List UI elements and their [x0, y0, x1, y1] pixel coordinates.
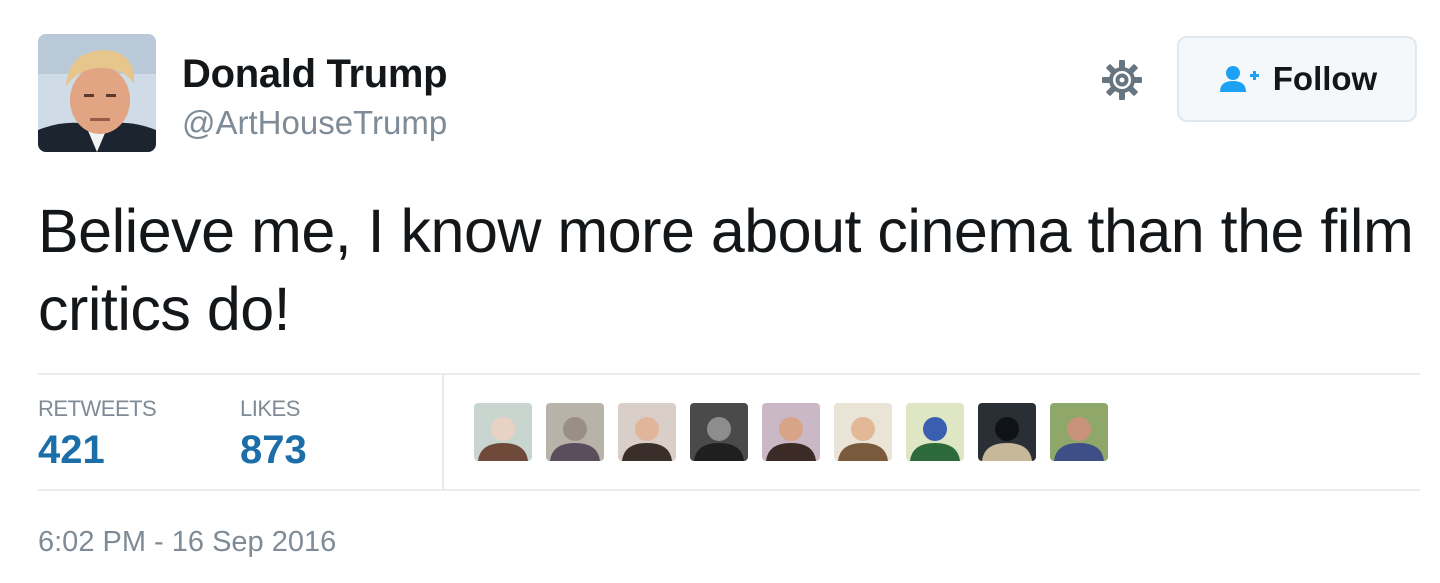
- liker-avatar[interactable]: [546, 403, 604, 461]
- liker-avatar-image: [762, 403, 820, 461]
- avatar-image: [38, 34, 156, 152]
- retweets-label: RETWEETS: [38, 396, 157, 421]
- tweet-card: Donald Trump @ArtHouseTrump Follow Belie…: [0, 0, 1440, 583]
- add-user-icon: [1219, 66, 1259, 92]
- follow-button[interactable]: Follow: [1177, 36, 1417, 122]
- tweet-text: Believe me, I know more about cinema tha…: [38, 197, 1414, 343]
- liker-avatar[interactable]: [906, 403, 964, 461]
- stats-separator: [442, 375, 444, 489]
- liker-avatar-image: [690, 403, 748, 461]
- gear-icon[interactable]: [1098, 56, 1146, 104]
- liker-avatar[interactable]: [834, 403, 892, 461]
- liker-avatar-image: [1050, 403, 1108, 461]
- liker-avatar[interactable]: [1050, 403, 1108, 461]
- liker-avatar-image: [618, 403, 676, 461]
- profile-avatar[interactable]: [38, 34, 156, 152]
- likes-label: LIKES: [240, 396, 300, 421]
- liker-avatar[interactable]: [762, 403, 820, 461]
- follow-button-label: Follow: [1272, 60, 1378, 97]
- tweet-timestamp[interactable]: 6:02 PM - 16 Sep 2016: [38, 526, 336, 559]
- liker-avatar-image: [474, 403, 532, 461]
- stats-divider-bottom: [38, 489, 1420, 491]
- user-handle[interactable]: @ArtHouseTrump: [182, 104, 447, 142]
- stats-divider-top: [38, 373, 1420, 375]
- liker-avatar-image: [906, 403, 964, 461]
- liker-avatar[interactable]: [618, 403, 676, 461]
- retweets-count[interactable]: 421: [38, 428, 105, 473]
- liker-avatar-image: [546, 403, 604, 461]
- liker-avatar-image: [978, 403, 1036, 461]
- likes-count[interactable]: 873: [240, 428, 307, 473]
- liker-avatar[interactable]: [690, 403, 748, 461]
- liker-avatar[interactable]: [474, 403, 532, 461]
- user-display-name[interactable]: Donald Trump: [182, 52, 448, 97]
- liker-avatar-image: [834, 403, 892, 461]
- liker-avatars: [474, 403, 1108, 461]
- liker-avatar[interactable]: [978, 403, 1036, 461]
